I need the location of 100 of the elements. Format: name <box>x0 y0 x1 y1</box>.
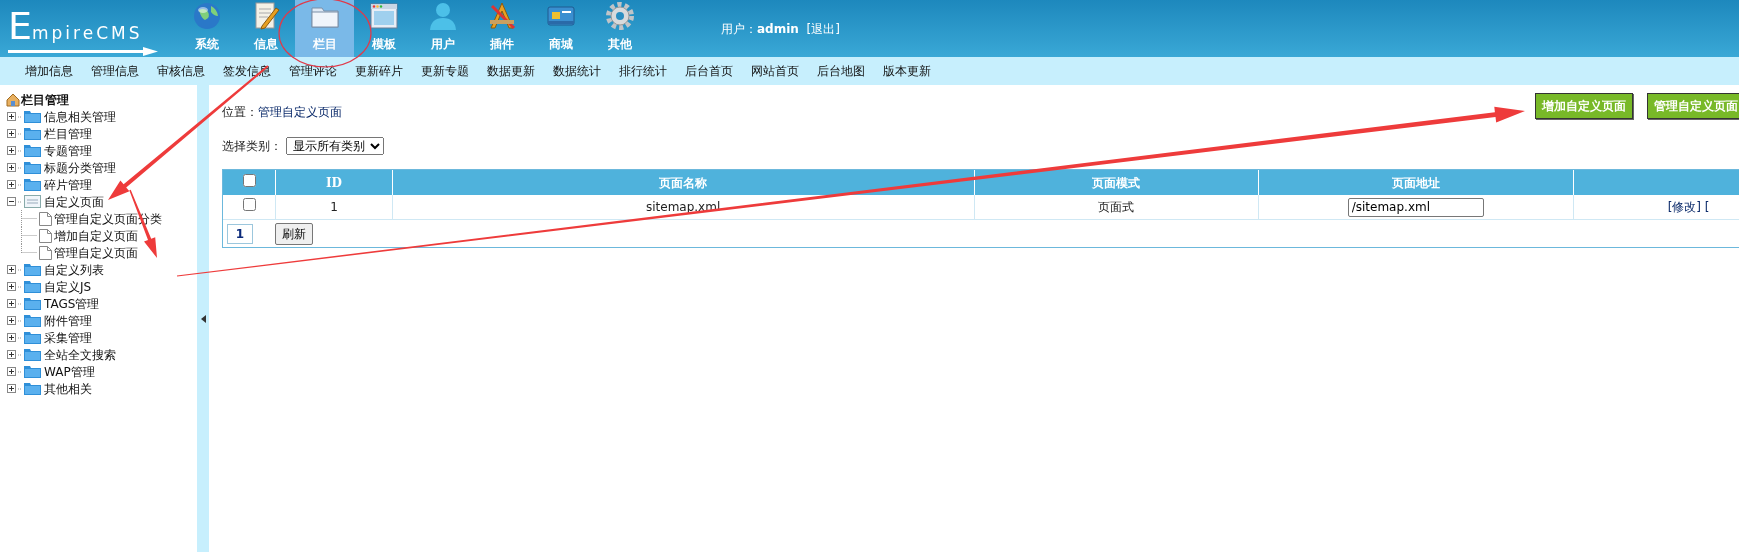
expand-icon[interactable] <box>7 163 16 172</box>
folder-icon <box>24 348 41 361</box>
tree-connector <box>18 183 22 186</box>
window-icon <box>367 0 400 32</box>
tree-item[interactable]: 自定义列表 <box>44 260 104 279</box>
tree-item[interactable]: 采集管理 <box>44 328 92 347</box>
tree-connector <box>18 268 22 271</box>
expand-icon[interactable] <box>7 299 16 308</box>
expand-icon[interactable] <box>7 129 16 138</box>
user-label: 用户： <box>721 22 757 36</box>
folder-icon <box>24 365 41 378</box>
tree-item[interactable]: 自定义页面 <box>44 192 104 211</box>
home-icon <box>6 92 20 107</box>
folder-icon <box>24 144 41 157</box>
menu-link[interactable]: 更新碎片 <box>346 62 412 80</box>
folder-icon <box>24 280 41 293</box>
tree-item[interactable]: 增加自定义页面 <box>54 226 138 245</box>
folder-icon <box>24 127 41 140</box>
column-header: ID <box>325 175 342 190</box>
menu-link[interactable]: 网站首页 <box>742 62 808 80</box>
folder-icon <box>24 110 41 123</box>
tree-item[interactable]: 全站全文搜索 <box>44 345 116 364</box>
expand-icon[interactable] <box>7 265 16 274</box>
arrow-icon <box>8 47 158 56</box>
menu-link[interactable]: 排行统计 <box>610 62 676 80</box>
tree-connector <box>18 115 22 118</box>
filter-label: 选择类别： <box>222 138 282 155</box>
action-links[interactable]: [修改] [ <box>1667 200 1710 214</box>
tree-connector <box>18 336 22 339</box>
tree-item[interactable]: 标题分类管理 <box>44 158 116 177</box>
table-cell: sitemap.xml <box>645 200 721 214</box>
folder-icon <box>24 314 41 327</box>
select-all-checkbox[interactable] <box>242 173 256 187</box>
tree-item[interactable]: 信息相关管理 <box>44 107 116 126</box>
page-icon <box>39 228 52 243</box>
tree-item[interactable]: 栏目管理 <box>44 124 92 143</box>
menu-link[interactable]: 版本更新 <box>874 62 940 80</box>
expand-icon[interactable] <box>7 384 16 393</box>
tree-connector <box>18 319 22 322</box>
tree-item[interactable]: TAGS管理 <box>44 294 100 313</box>
tree-item[interactable]: 专题管理 <box>44 141 92 160</box>
tree-connector <box>18 149 22 152</box>
table-cell: 1 <box>330 200 338 214</box>
tree-connector <box>21 210 38 227</box>
tree-connector <box>18 370 22 373</box>
expand-icon[interactable] <box>7 333 16 342</box>
menu-link[interactable]: 管理信息 <box>82 62 148 80</box>
menu-link[interactable]: 数据统计 <box>544 62 610 80</box>
expand-icon[interactable] <box>7 316 16 325</box>
folder-icon <box>24 263 41 276</box>
menu-link[interactable]: 后台首页 <box>676 62 742 80</box>
table-cell: 页面式 <box>1098 200 1135 214</box>
expand-icon[interactable] <box>7 282 16 291</box>
folder-icon <box>24 382 41 395</box>
tree-item[interactable]: 附件管理 <box>44 311 92 330</box>
folder-icon <box>24 178 41 191</box>
folder-icon <box>24 161 41 174</box>
expand-icon[interactable] <box>7 367 16 376</box>
refresh-button[interactable]: 刷新 <box>275 222 313 245</box>
tree-item[interactable]: 管理自定义页面 <box>54 243 138 262</box>
menu-link[interactable]: 后台地图 <box>808 62 874 80</box>
tree-connector <box>18 166 22 169</box>
page-icon <box>39 245 52 260</box>
tree-item[interactable]: 碎片管理 <box>44 175 92 194</box>
column-header: 页面名称 <box>659 175 708 190</box>
tree-item[interactable]: 其他相关 <box>44 379 92 398</box>
folder-icon <box>24 297 41 310</box>
collapse-icon[interactable] <box>200 314 206 323</box>
tree-connector <box>18 132 22 135</box>
tree-item[interactable]: 自定义JS <box>44 277 92 296</box>
breadcrumb-label: 位置： <box>222 105 258 119</box>
breadcrumb-link[interactable]: 管理自定义页面 <box>258 105 342 119</box>
expand-icon[interactable] <box>7 180 16 189</box>
address-field[interactable]: /sitemap.xml <box>1347 197 1484 217</box>
tree-root: 栏目管理 <box>21 91 69 109</box>
tree-item[interactable]: WAP管理 <box>44 362 95 381</box>
page-number[interactable]: 1 <box>227 223 253 244</box>
menu-link[interactable]: 数据更新 <box>478 62 544 80</box>
menu-link[interactable]: 审核信息 <box>148 62 214 80</box>
category-select[interactable]: 显示所有类别 <box>286 137 384 155</box>
tree-connector <box>18 387 22 390</box>
user-name: admin <box>757 22 799 36</box>
menu-link[interactable]: 增加信息 <box>16 62 82 80</box>
expand-icon[interactable] <box>7 146 16 155</box>
logo: EmpireCMS <box>8 8 143 44</box>
tree-connector <box>18 200 22 203</box>
list-icon <box>24 195 41 208</box>
column-header: 页面模式 <box>1092 175 1141 190</box>
menu-link[interactable]: 更新专题 <box>412 62 478 80</box>
tree-connector <box>18 302 22 305</box>
row-checkbox[interactable] <box>242 198 256 211</box>
column-header: 页面地址 <box>1391 175 1440 190</box>
page-icon <box>39 211 52 226</box>
gear-icon <box>603 0 636 32</box>
expand-icon[interactable] <box>7 112 16 121</box>
folder-icon <box>24 331 41 344</box>
tree-connector <box>18 353 22 356</box>
expand-icon[interactable] <box>7 350 16 359</box>
tree-connector <box>18 285 22 288</box>
collapse-icon[interactable] <box>7 197 16 206</box>
